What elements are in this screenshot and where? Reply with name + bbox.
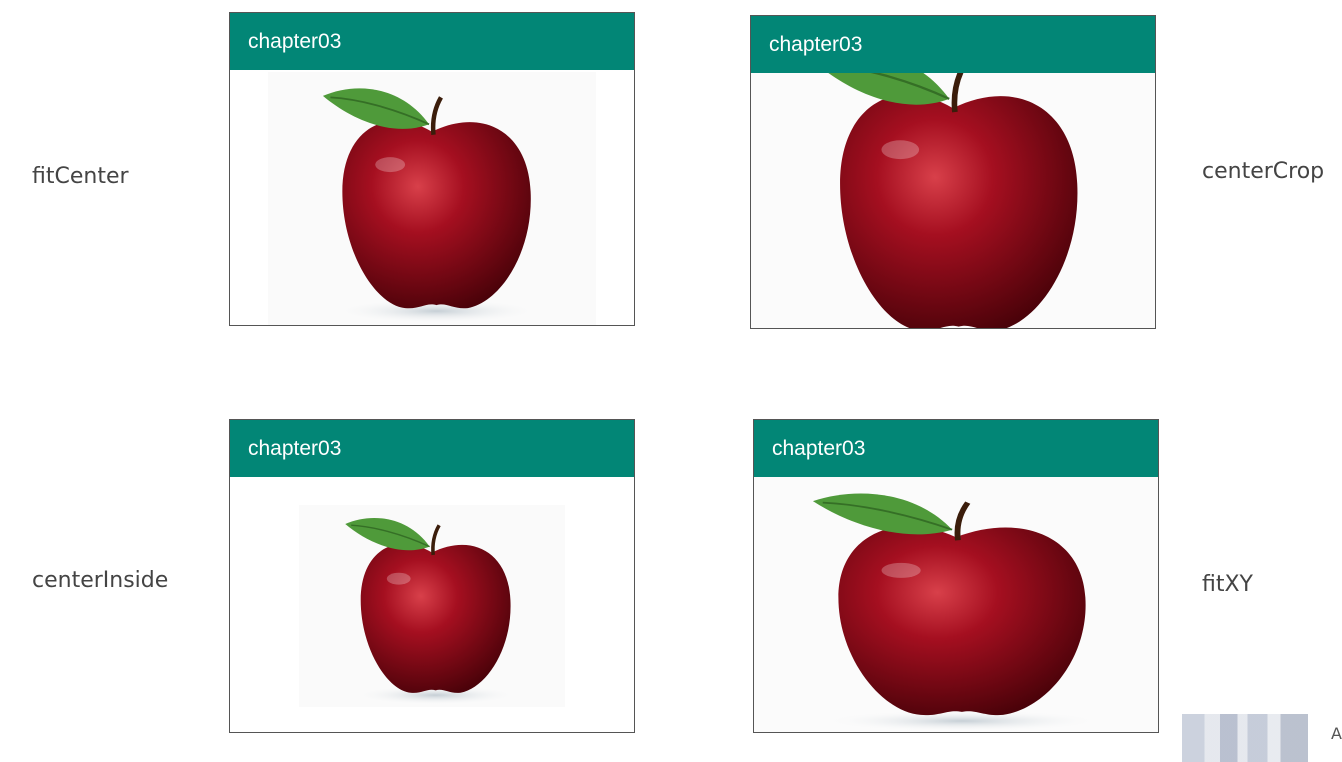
phone-center-crop: chapter03 [750,15,1156,329]
image-view [230,477,634,732]
apple-illustration [345,517,517,705]
app-title: chapter03 [248,30,342,53]
image-view [754,477,1158,732]
fit-xy-label: fitXY [1202,572,1253,597]
app-title: chapter03 [769,33,863,56]
app-bar: chapter03 [230,13,634,70]
apple-illustration [812,493,1100,732]
app-title: chapter03 [772,437,866,460]
center-crop-label: centerCrop [1202,159,1325,184]
watermark-blur [1182,714,1308,762]
center-inside-label: centerInside [32,568,169,593]
image-view [751,73,1155,328]
app-bar: chapter03 [230,420,634,477]
watermark-letter: A [1331,724,1342,743]
image-view [230,70,634,325]
app-bar: chapter03 [754,420,1158,477]
phone-fit-center: chapter03 [229,12,635,326]
apple-image [299,505,565,707]
phone-fit-xy: chapter03 [753,419,1159,733]
fit-center-label: fitCenter [32,164,129,189]
apple-image [268,72,596,325]
app-title: chapter03 [248,437,342,460]
apple-illustration [322,88,539,324]
app-bar: chapter03 [751,16,1155,73]
apple-illustration [828,73,1078,328]
phone-center-inside: chapter03 [229,419,635,733]
